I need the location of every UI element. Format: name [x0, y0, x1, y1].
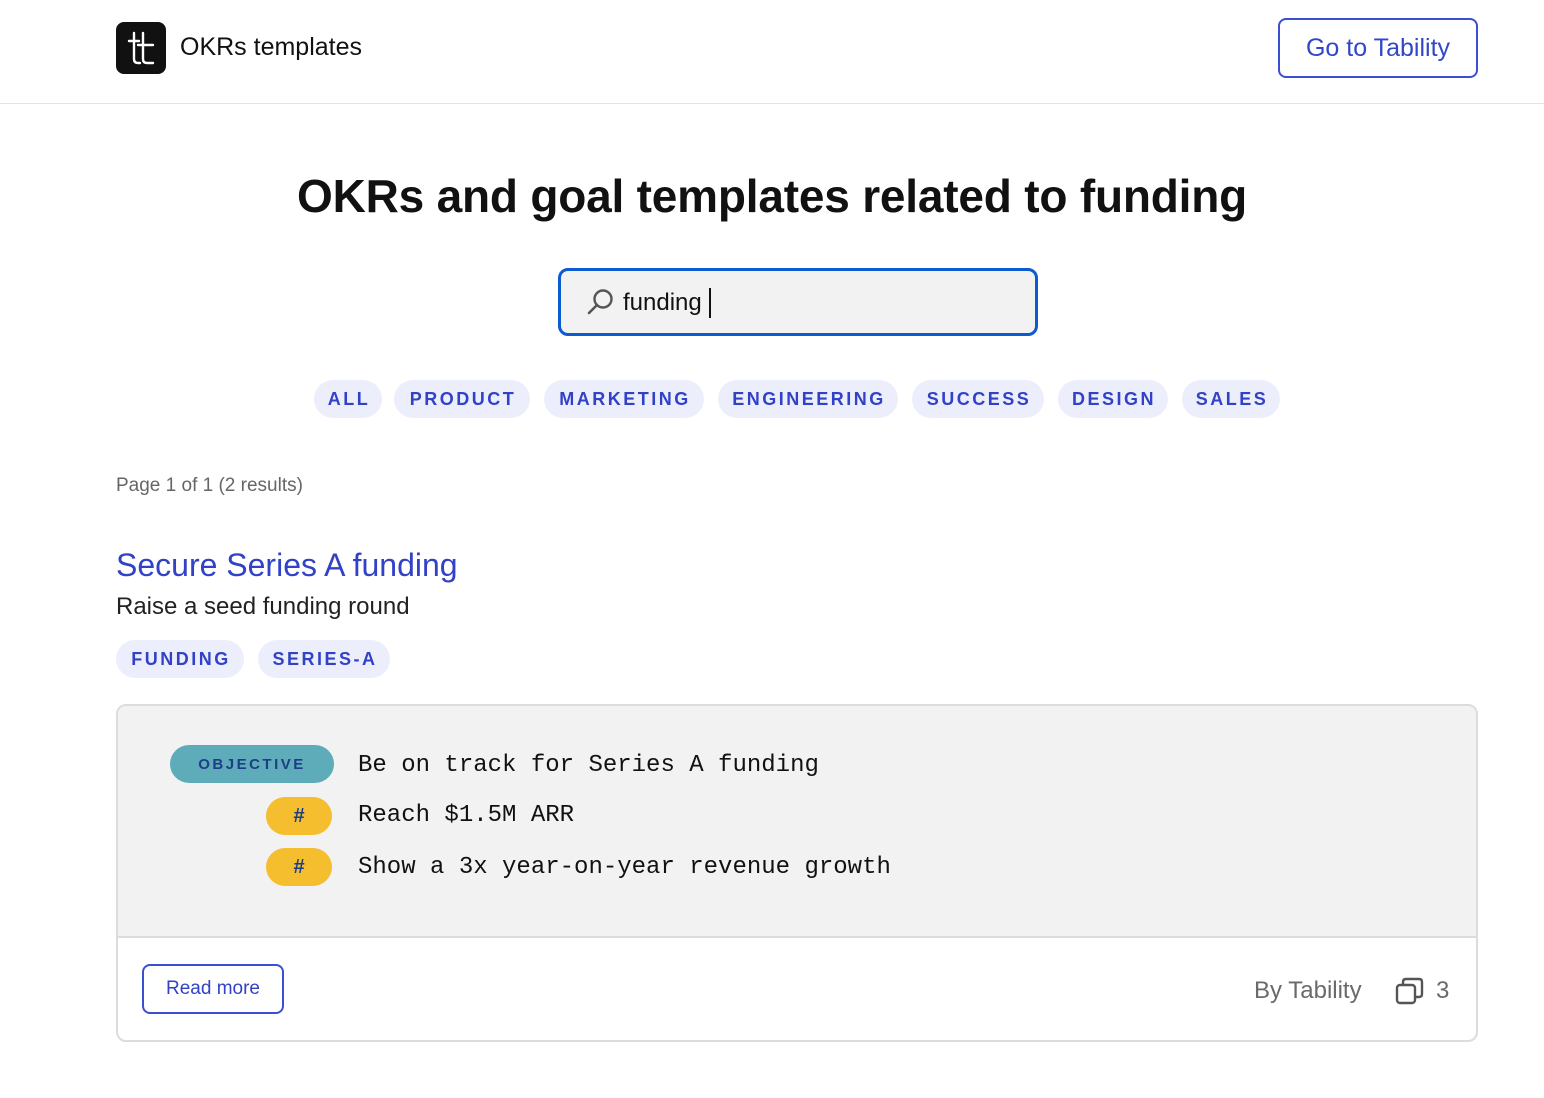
- text-caret: [709, 288, 711, 318]
- okr-card: OBJECTIVE Be on track for Series A fundi…: [116, 704, 1478, 1042]
- filter-design[interactable]: DESIGN: [1058, 380, 1168, 418]
- filter-sales[interactable]: SALES: [1182, 380, 1280, 418]
- copy-count: 3: [1436, 977, 1450, 1004]
- go-to-tability-button[interactable]: Go to Tability: [1278, 18, 1478, 78]
- key-result-badge: #: [266, 848, 332, 886]
- pagination-info: Page 1 of 1 (2 results): [116, 475, 303, 496]
- author-label: By Tability: [1254, 977, 1362, 1004]
- read-more-button[interactable]: Read more: [142, 964, 284, 1014]
- objective-badge: OBJECTIVE: [170, 745, 334, 783]
- result-subtitle: Raise a seed funding round: [116, 593, 410, 620]
- filter-product[interactable]: PRODUCT: [394, 380, 530, 418]
- filter-marketing[interactable]: MARKETING: [544, 380, 704, 418]
- key-result-text: Show a 3x year-on-year revenue growth: [358, 854, 891, 881]
- filter-all[interactable]: ALL: [314, 380, 382, 418]
- search-box[interactable]: [558, 268, 1038, 336]
- objective-text: Be on track for Series A funding: [358, 752, 819, 779]
- tag-funding[interactable]: FUNDING: [116, 640, 244, 678]
- copy-icon[interactable]: [1394, 976, 1426, 1006]
- result-title-link[interactable]: Secure Series A funding: [116, 545, 458, 585]
- tability-logo-icon[interactable]: [116, 22, 166, 74]
- search-icon: [587, 289, 613, 315]
- tag-series-a[interactable]: SERIES-A: [258, 640, 390, 678]
- filter-success[interactable]: SUCCESS: [912, 380, 1044, 418]
- search-input[interactable]: [623, 285, 1003, 321]
- key-result-text: Reach $1.5M ARR: [358, 802, 575, 829]
- brand-title[interactable]: OKRs templates: [180, 32, 362, 62]
- page-title: OKRs and goal templates related to fundi…: [296, 170, 1248, 222]
- key-result-badge: #: [266, 797, 332, 835]
- filter-engineering[interactable]: ENGINEERING: [718, 380, 898, 418]
- top-bar: OKRs templates Go to Tability: [0, 0, 1544, 104]
- okr-preview[interactable]: OBJECTIVE Be on track for Series A fundi…: [118, 706, 1476, 938]
